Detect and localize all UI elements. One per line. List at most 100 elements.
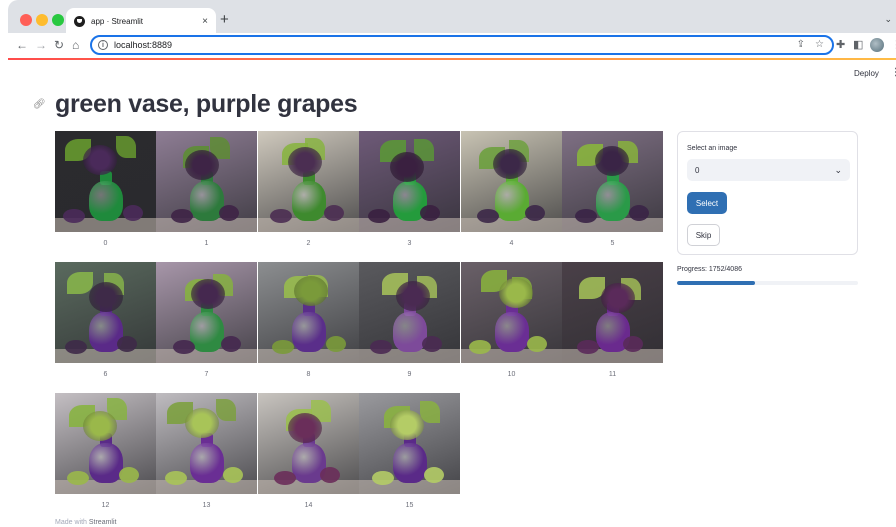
generated-image[interactable] [258,393,359,494]
grapes-shape [274,471,296,485]
image-caption: 13 [202,502,211,509]
generated-image[interactable] [359,131,460,232]
new-tab-button[interactable]: + [220,12,229,27]
tab-title: app · Streamlit [91,16,144,26]
chevron-down-icon: ⌄ [834,164,842,175]
image-thumbnail[interactable]: 4 [461,131,562,247]
grapes-shape [469,340,491,354]
generated-image[interactable] [461,262,562,363]
forward-arrow-icon[interactable]: → [35,38,47,52]
grapes-shape [326,336,346,352]
bookmark-star-icon[interactable]: ☆ [815,39,824,50]
grapes-shape [191,279,225,309]
generated-image[interactable] [55,262,156,363]
image-caption: 6 [103,371,108,378]
footer-streamlit-link[interactable]: Streamlit [89,519,117,526]
profile-avatar[interactable] [870,38,884,52]
share-icon[interactable]: ⇪ [797,39,805,50]
generated-image[interactable] [461,131,562,232]
minimize-window-button[interactable] [36,14,48,26]
grapes-shape [577,340,599,354]
side-panel-icon[interactable]: ◧ [853,39,863,51]
image-thumbnail[interactable]: 1 [156,131,257,247]
generated-image[interactable] [258,131,359,232]
grapes-shape [89,282,123,312]
tab-search-chevron-icon[interactable]: ⌄ [884,14,892,25]
image-thumbnail[interactable]: 8 [258,262,359,378]
extensions-puzzle-icon[interactable]: ✚ [836,39,845,51]
grapes-shape [272,340,294,354]
browser-menu-icon[interactable]: ⋮ [891,39,896,51]
generated-image[interactable] [562,262,663,363]
image-thumbnail[interactable]: 0 [55,131,156,247]
back-arrow-icon[interactable]: ← [16,38,28,52]
site-info-icon[interactable]: i [98,40,108,50]
image-thumbnail[interactable]: 12 [55,393,156,509]
browser-tab[interactable]: app · Streamlit × [66,8,216,34]
vase-shape [189,443,224,483]
image-thumbnail[interactable]: 13 [156,393,257,509]
image-thumbnail[interactable]: 3 [359,131,460,247]
generated-image[interactable] [55,131,156,232]
progress-label: Progress: 1752/4086 [677,266,742,273]
maximize-window-button[interactable] [52,14,64,26]
skip-button[interactable]: Skip [687,224,720,246]
image-caption: 3 [407,240,412,247]
grapes-shape [223,467,243,483]
generated-image[interactable] [55,393,156,494]
generated-image[interactable] [156,262,257,363]
page-title: green vase, purple grapes [55,90,358,118]
grapes-shape [424,467,444,483]
image-caption: 2 [306,240,311,247]
grapes-shape [575,209,597,223]
image-thumbnail[interactable]: 14 [258,393,359,509]
footer: Made with Streamlit [55,519,116,526]
home-icon[interactable]: ⌂ [72,38,79,52]
image-thumbnail[interactable]: 2 [258,131,359,247]
url-text[interactable]: localhost:8889 [114,40,172,50]
image-caption: 8 [306,371,311,378]
generated-image[interactable] [156,131,257,232]
image-thumbnail[interactable]: 11 [562,262,663,378]
image-thumbnail[interactable]: 6 [55,262,156,378]
leaf-shape [67,272,93,294]
image-selectbox[interactable]: 0 ⌄ [687,159,850,181]
close-window-button[interactable] [20,14,32,26]
image-caption: 7 [204,371,209,378]
tab-close-icon[interactable]: × [202,16,208,27]
main-menu-icon[interactable]: ⋮ [891,67,896,78]
generated-image[interactable] [156,393,257,494]
streamlit-decoration-bar [8,58,896,60]
generated-image[interactable] [562,131,663,232]
image-thumbnail[interactable]: 15 [359,393,460,509]
grapes-shape [221,336,241,352]
image-thumbnail[interactable]: 7 [156,262,257,378]
image-caption: 14 [304,502,313,509]
leaf-shape [116,136,136,158]
generated-image[interactable] [359,393,460,494]
image-caption: 9 [407,371,412,378]
grapes-shape [422,336,442,352]
deploy-button[interactable]: Deploy [854,69,879,78]
grapes-shape [270,209,292,223]
address-bar[interactable]: i localhost:8889 ⇪ ☆ [90,35,834,55]
grapes-shape [368,209,390,223]
image-thumbnail[interactable]: 5 [562,131,663,247]
grapes-shape [117,336,137,352]
image-caption: 15 [405,502,414,509]
select-button[interactable]: Select [687,192,727,214]
grapes-shape [390,410,424,440]
generated-image[interactable] [258,262,359,363]
grapes-shape [67,471,89,485]
vase-shape [88,443,123,483]
image-thumbnail[interactable]: 9 [359,262,460,378]
grapes-shape [288,413,322,443]
vase-shape [494,181,529,221]
link-anchor-icon[interactable]: 🔗︎ [33,99,46,110]
generated-image[interactable] [359,262,460,363]
image-thumbnail[interactable]: 10 [461,262,562,378]
leaf-shape [216,399,236,421]
reload-icon[interactable]: ↻ [54,38,64,52]
vase-shape [291,181,326,221]
select-label: Select an image [687,145,738,152]
